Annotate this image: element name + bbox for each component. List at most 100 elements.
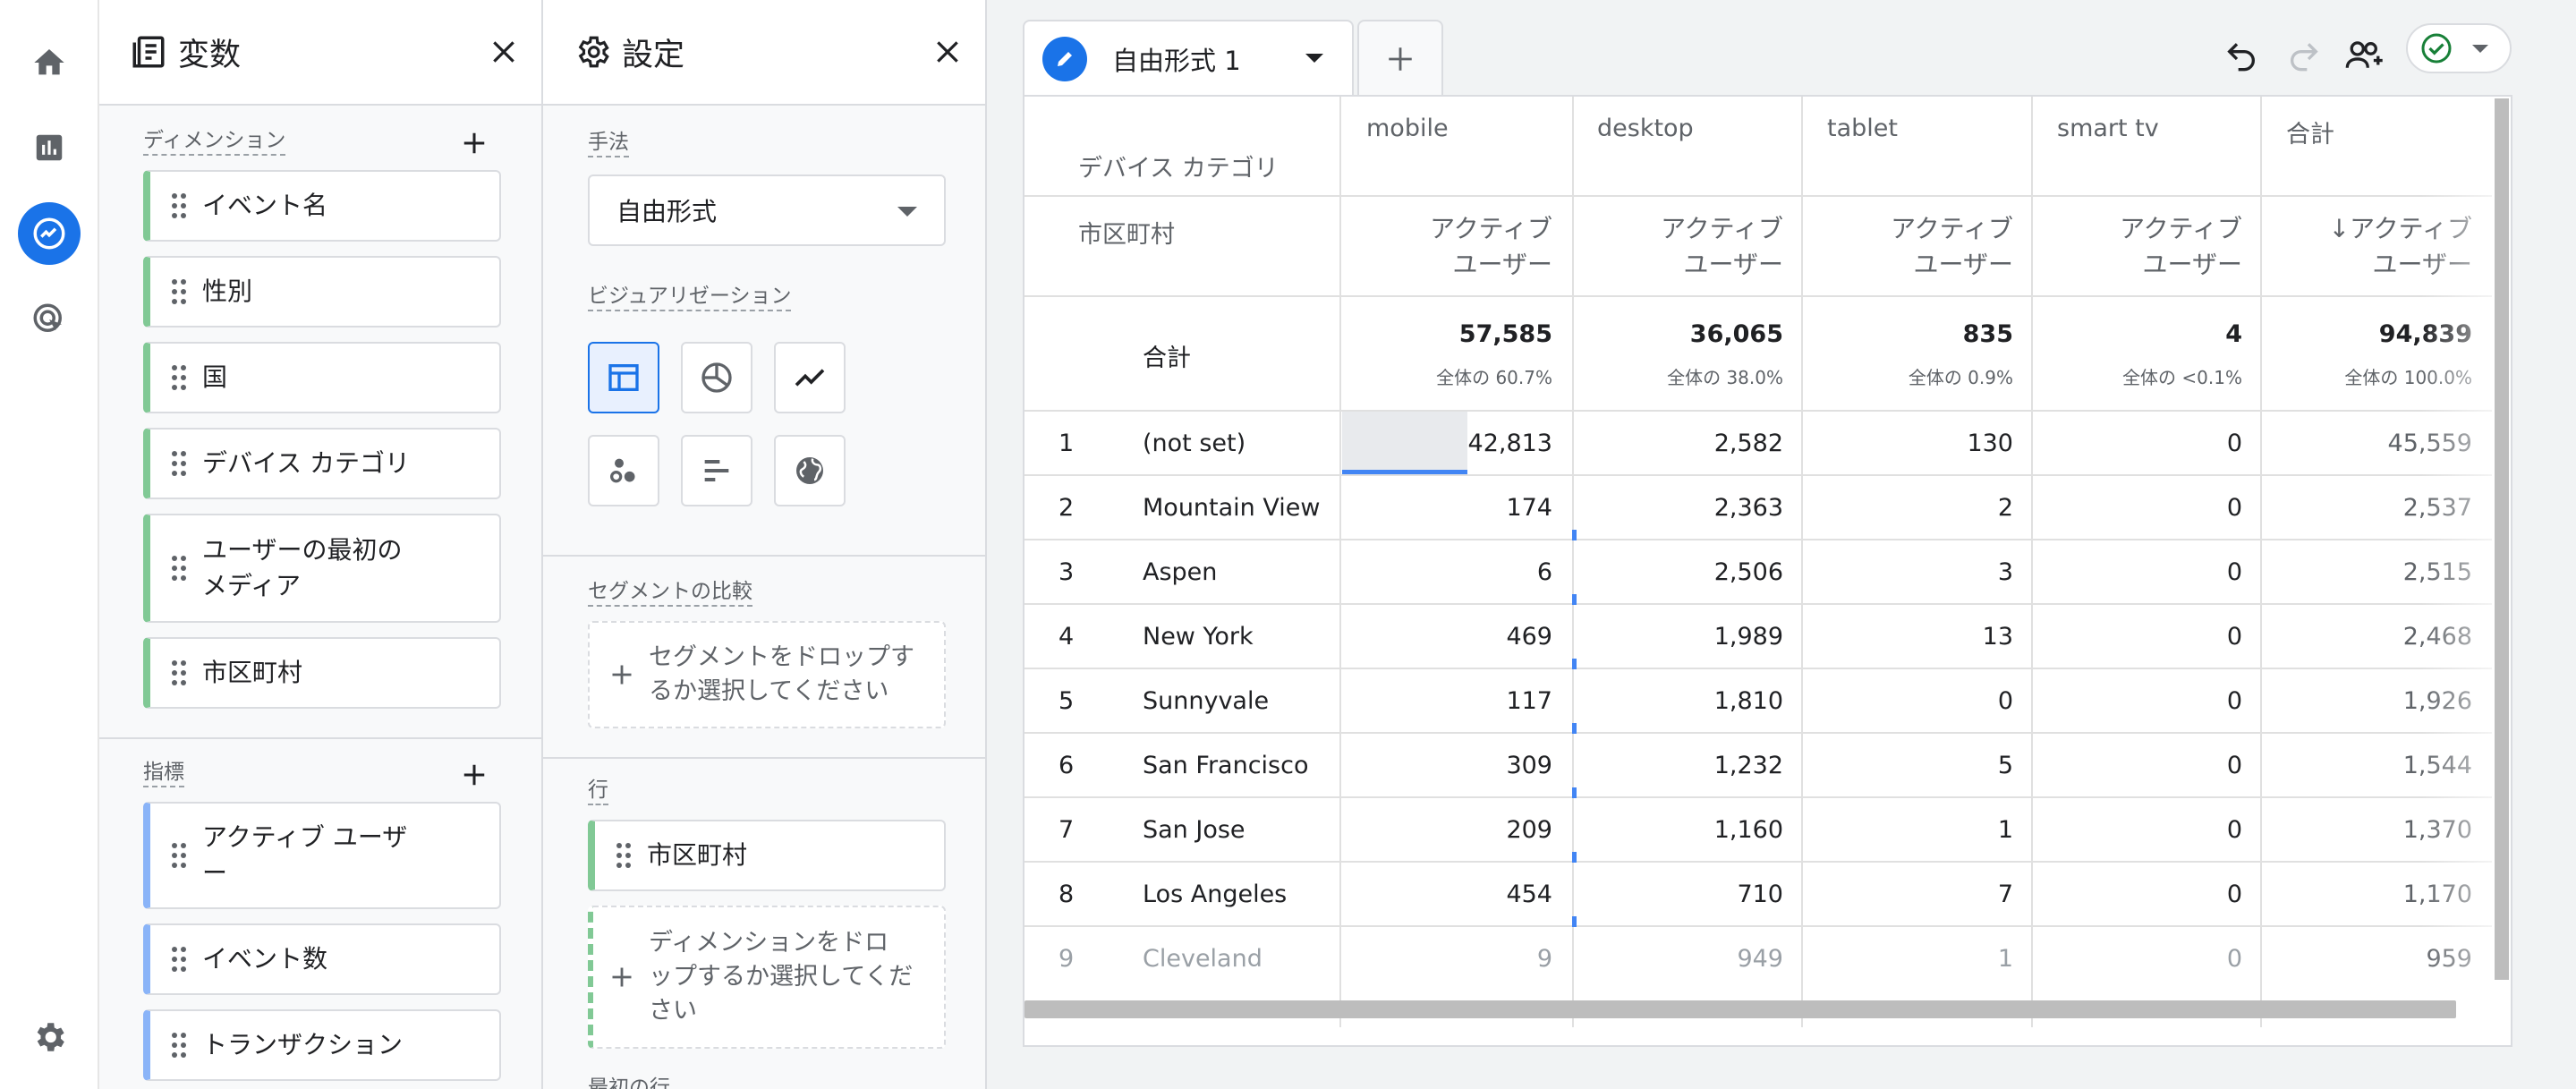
row-value: 0 [2226, 881, 2242, 908]
vertical-scrollbar[interactable] [2495, 98, 2509, 980]
drag-handle-icon[interactable] [170, 946, 190, 973]
technique-select[interactable]: 自由形式 [588, 174, 946, 246]
dimension-chip-country[interactable]: 国 [143, 342, 501, 413]
metric-header-desktop[interactable]: アクティブ ユーザー [1577, 211, 1783, 283]
grid-line [1024, 861, 2492, 863]
row-dimension-label: 市区町村 [647, 840, 748, 870]
row-city[interactable]: San Jose [1143, 816, 1245, 844]
metric-header-line: ユーザー [1913, 250, 2013, 279]
grid-line [1024, 474, 2492, 476]
total-percent: 全体の 0.9% [1908, 367, 2013, 388]
settings-title: 設定 [622, 37, 685, 73]
row-value: 42,813 [1467, 430, 1552, 457]
redo-icon[interactable] [2282, 32, 2326, 77]
metric-header-line: ユーザー [1452, 250, 1552, 279]
dimension-chip-event-name[interactable]: イベント名 [143, 170, 501, 242]
row-city[interactable]: Sunnyvale [1143, 687, 1269, 715]
column-header-tablet[interactable]: tablet [1827, 115, 1898, 142]
metric-header-line: ユーザー [2142, 250, 2242, 279]
column-header-total[interactable]: 合計 [2286, 115, 2334, 149]
row-city[interactable]: San Francisco [1143, 752, 1308, 779]
drag-handle-icon[interactable] [170, 1032, 190, 1059]
bar-chart-icon [704, 460, 729, 481]
reports-icon[interactable] [18, 116, 81, 179]
metric-label-line1: アクティブ ユーザ [202, 822, 408, 852]
row-city[interactable]: (not set) [1143, 430, 1245, 457]
drag-handle-icon[interactable] [170, 278, 190, 305]
advertising-icon[interactable] [18, 288, 81, 351]
edit-pencil-icon[interactable] [1042, 37, 1087, 81]
metric-chip-event-count[interactable]: イベント数 [143, 923, 501, 995]
row-value: 174 [1506, 494, 1552, 522]
metric-header-tablet[interactable]: アクティブユーザー [1807, 211, 2013, 283]
share-icon[interactable] [2342, 32, 2387, 77]
bar-viz-button[interactable] [681, 435, 752, 506]
metric-chip-transactions[interactable]: トランザクション [143, 1009, 501, 1081]
drag-handle-icon[interactable] [170, 659, 190, 686]
drag-handle-icon[interactable] [170, 555, 190, 582]
metric-chip-active-users[interactable]: アクティブ ユーザ ー [143, 802, 501, 909]
row-index: 2 [1058, 494, 1075, 522]
row-city[interactable]: New York [1143, 623, 1254, 651]
drop-text-line: セグメントをドロップす [649, 643, 914, 671]
table-viz-button[interactable] [588, 342, 659, 413]
home-icon[interactable] [18, 31, 81, 94]
drag-handle-icon[interactable] [170, 842, 190, 869]
drag-handle-icon[interactable] [170, 450, 190, 477]
dimension-chip-device-category[interactable]: デバイス カテゴリ [143, 428, 501, 499]
row-index: 7 [1058, 816, 1075, 844]
row-city[interactable]: Aspen [1143, 558, 1217, 586]
dimension-chip-first-user-medium[interactable]: ユーザーの最初の メディア [143, 514, 501, 623]
undo-icon[interactable] [2219, 32, 2264, 77]
donut-chart-icon [701, 362, 732, 393]
tab-menu-caret-icon[interactable] [1305, 54, 1323, 63]
row-index: 6 [1058, 752, 1075, 779]
drag-handle-icon[interactable] [170, 192, 190, 219]
horizontal-scrollbar[interactable] [1024, 1000, 2456, 1018]
row-city[interactable]: Los Angeles [1143, 881, 1287, 908]
variables-header: 変数 [99, 0, 541, 106]
row-chip-city[interactable]: 市区町村 [588, 820, 946, 891]
settings-gear-icon[interactable] [18, 1006, 81, 1068]
column-header-desktop[interactable]: desktop [1597, 115, 1694, 142]
row-value: 0 [2226, 558, 2242, 586]
add-metric-icon[interactable] [456, 757, 492, 793]
grid-line [1024, 603, 2492, 605]
status-menu-button[interactable] [2406, 23, 2512, 73]
row-value: 117 [1506, 687, 1552, 715]
row-index: 9 [1058, 945, 1075, 973]
close-variables-icon[interactable] [486, 34, 522, 70]
row-city[interactable]: Mountain View [1143, 494, 1320, 522]
metric-header-line: アクティブ [1891, 214, 2013, 243]
dimension-label-line1: ユーザーの最初の [202, 535, 403, 565]
row-value: 1,989 [1713, 623, 1783, 651]
value-bar [1572, 594, 1577, 605]
scatter-viz-button[interactable] [588, 435, 659, 506]
total-percent: 全体の 38.0% [1667, 367, 1783, 388]
close-settings-icon[interactable] [930, 34, 965, 70]
line-viz-button[interactable] [774, 342, 846, 413]
metric-header-smart-tv[interactable]: アクティブ ユーザー [2036, 211, 2242, 283]
add-dimension-icon[interactable] [456, 125, 492, 161]
column-header-smart-tv[interactable]: smart tv [2057, 115, 2159, 142]
segment-drop-zone[interactable]: セグメントをドロップす るか選択してください [588, 621, 946, 728]
tab-freeform-1[interactable]: 自由形式 1 [1023, 20, 1354, 97]
add-tab-button[interactable] [1357, 20, 1443, 97]
metric-header-mobile[interactable]: アクティブ ユーザー [1347, 211, 1552, 283]
row-drop-zone[interactable]: ディメンションをドロ ップするか選択してくだ さい [588, 906, 946, 1049]
row-dimension-header: 市区町村 [1078, 221, 1175, 249]
row-index: 3 [1058, 558, 1075, 586]
donut-viz-button[interactable] [681, 342, 752, 413]
grid-line [1024, 668, 2492, 669]
explore-icon[interactable] [18, 202, 81, 265]
row-city[interactable]: Cleveland [1143, 945, 1262, 973]
drag-handle-icon[interactable] [615, 842, 634, 869]
settings-header: 設定 [543, 0, 985, 106]
dimension-chip-gender[interactable]: 性別 [143, 256, 501, 328]
geo-viz-button[interactable] [774, 435, 846, 506]
value-bar [1572, 852, 1577, 863]
plus-icon [609, 965, 634, 990]
column-header-mobile[interactable]: mobile [1366, 115, 1449, 142]
drag-handle-icon[interactable] [170, 364, 190, 391]
dimension-chip-city[interactable]: 市区町村 [143, 637, 501, 709]
